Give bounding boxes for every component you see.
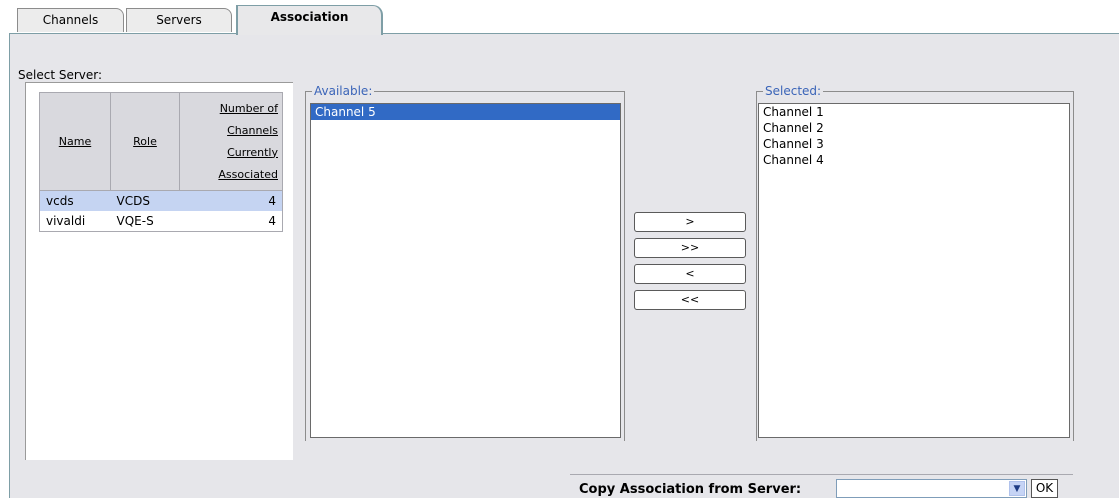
- tab-association[interactable]: Association: [236, 5, 383, 35]
- column-header-name[interactable]: Name: [39, 92, 111, 191]
- selected-list[interactable]: Channel 1 Channel 2 Channel 3 Channel 4: [758, 103, 1070, 438]
- table-row[interactable]: vcds VCDS 4: [39, 190, 283, 211]
- ok-button[interactable]: OK: [1031, 479, 1058, 498]
- list-item[interactable]: Channel 5: [311, 104, 620, 120]
- divider: [570, 474, 1073, 475]
- header-line: Currently: [227, 145, 278, 159]
- server-table-container: Name Role Number of Channels Currently A…: [25, 82, 293, 460]
- available-list[interactable]: Channel 5: [310, 103, 621, 438]
- tab-bar: Channels Servers Association: [0, 0, 1119, 35]
- server-table: Name Role Number of Channels Currently A…: [39, 92, 283, 232]
- server-name-cell: vcds: [39, 190, 111, 211]
- list-item[interactable]: Channel 4: [759, 152, 1069, 168]
- server-role-cell: VCDS: [110, 190, 180, 211]
- header-line: Channels: [227, 123, 278, 137]
- remove-all-button[interactable]: <<: [634, 290, 746, 310]
- add-all-button[interactable]: >>: [634, 238, 746, 258]
- server-role-cell: VQE-S: [116, 214, 154, 228]
- header-line: Number of: [219, 101, 278, 115]
- tab-channels[interactable]: Channels: [17, 8, 124, 32]
- chevron-down-icon[interactable]: ▼: [1009, 481, 1025, 496]
- server-name-cell: vivaldi: [46, 214, 86, 228]
- list-item[interactable]: Channel 2: [759, 120, 1069, 136]
- table-row[interactable]: vivaldi VQE-S 4: [40, 211, 283, 232]
- channel-count-cell: 4: [268, 214, 276, 228]
- list-item[interactable]: Channel 1: [759, 104, 1069, 120]
- available-legend: Available:: [314, 84, 373, 98]
- add-button[interactable]: >: [634, 212, 746, 232]
- column-header-role[interactable]: Role: [110, 92, 180, 191]
- copy-association-label: Copy Association from Server:: [579, 482, 802, 497]
- remove-button[interactable]: <: [634, 264, 746, 284]
- channel-count-cell: 4: [179, 190, 283, 211]
- list-item[interactable]: Channel 3: [759, 136, 1069, 152]
- selected-legend: Selected:: [765, 84, 822, 98]
- column-header-channel-count[interactable]: Number of Channels Currently Associated: [179, 92, 283, 191]
- copy-server-select[interactable]: ▼: [836, 479, 1027, 498]
- tab-servers[interactable]: Servers: [126, 8, 232, 32]
- header-line: Associated: [218, 167, 278, 181]
- select-server-label: Select Server:: [18, 68, 103, 82]
